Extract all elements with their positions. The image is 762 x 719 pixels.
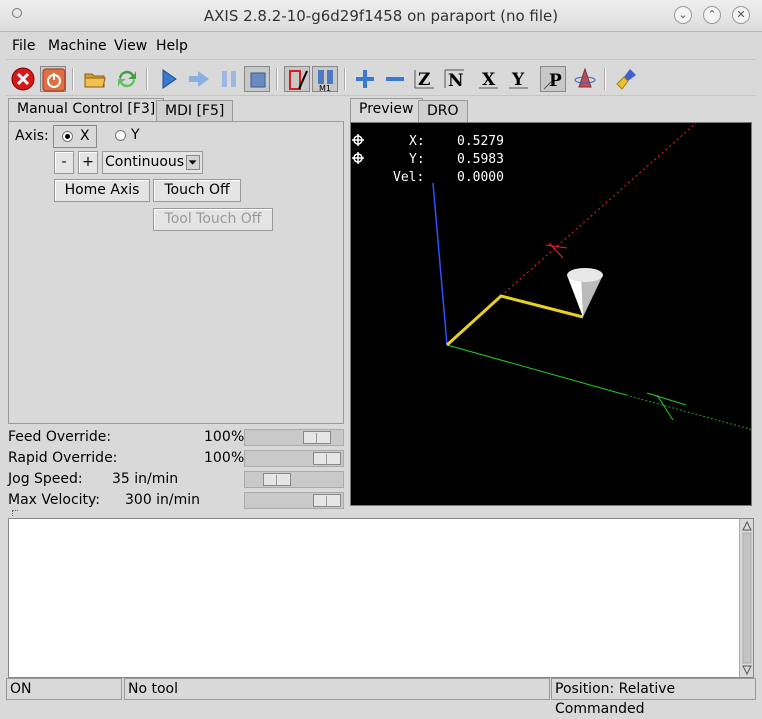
radio-indicator <box>62 131 73 142</box>
close-icon[interactable]: ✕ <box>732 6 750 24</box>
axis-label: Axis: <box>15 128 49 144</box>
jog-speed-slider[interactable] <box>244 471 344 488</box>
run-icon[interactable] <box>156 66 182 92</box>
feed-override-label: Feed Override: <box>8 429 112 445</box>
jog-plus-button[interactable]: + <box>78 151 98 174</box>
svg-text:X: X <box>482 70 496 90</box>
menu-help[interactable]: Help <box>156 38 188 54</box>
jog-speed-label: Jog Speed: <box>8 471 83 487</box>
gcode-text-area[interactable] <box>8 518 754 678</box>
dro-y-label: Y: <box>409 152 425 167</box>
y-axis-line <box>446 344 627 396</box>
slider-thumb[interactable] <box>313 494 341 507</box>
menu-machine[interactable]: Machine <box>48 38 107 54</box>
x-marker-icon <box>545 242 568 259</box>
dro-y-value: 0.5983 <box>457 152 504 167</box>
touch-off-button[interactable]: Touch Off <box>153 179 241 202</box>
tab-preview[interactable]: Preview <box>350 98 423 122</box>
slider-thumb[interactable] <box>313 452 341 465</box>
tool-status: No tool <box>124 678 550 700</box>
rapid-override-label: Rapid Override: <box>8 450 118 466</box>
view-y-icon[interactable]: Y <box>506 66 532 92</box>
zoom-out-icon[interactable] <box>382 66 408 92</box>
slider-thumb[interactable] <box>303 431 331 444</box>
axis-x-radio[interactable]: X <box>53 125 97 148</box>
dro-vel-value: 0.0000 <box>457 170 504 185</box>
power-icon[interactable] <box>40 66 66 92</box>
tab-mdi[interactable]: MDI [F5] <box>156 100 234 122</box>
dro-x-label: X: <box>409 134 425 149</box>
rapid-override-value: 100 <box>204 450 231 466</box>
menu-bar: File Machine View Help <box>6 34 756 60</box>
title-bar: AXIS 2.8.2-10-g6d29f1458 on paraport (no… <box>0 0 762 32</box>
toolbar: M1 Z N X Y P <box>6 62 756 96</box>
scrollbar[interactable] <box>739 519 753 677</box>
scroll-thumb <box>742 532 752 664</box>
feed-override-value: 100 <box>204 429 231 445</box>
percent-sign: % <box>231 429 245 445</box>
z-axis-line <box>432 182 448 346</box>
pause-icon[interactable] <box>216 66 242 92</box>
tab-manual-control[interactable]: Manual Control [F3] <box>8 98 165 122</box>
axis-x-label: X <box>80 128 90 144</box>
tab-dro[interactable]: DRO <box>418 100 468 122</box>
home-axis-button[interactable]: Home Axis <box>54 179 150 202</box>
jog-increment-value: Continuous <box>105 154 185 170</box>
feed-override-slider[interactable] <box>244 429 344 446</box>
max-velocity-label: Max Velocity: <box>8 492 101 508</box>
estop-icon[interactable] <box>10 66 36 92</box>
stop-icon[interactable] <box>244 66 270 92</box>
view-x-icon[interactable]: X <box>476 66 502 92</box>
svg-text:Z: Z <box>418 70 430 90</box>
origin-icon <box>352 134 364 164</box>
toolpath-line <box>445 294 584 347</box>
step-icon[interactable] <box>186 66 212 92</box>
percent-sign: % <box>231 450 245 466</box>
max-velocity-value: 300 in/min <box>125 492 201 508</box>
zoom-in-icon[interactable] <box>352 66 378 92</box>
view-z-icon[interactable]: Z <box>412 66 438 92</box>
rapid-override-slider[interactable] <box>244 450 344 467</box>
slider-thumb[interactable] <box>263 473 291 486</box>
jog-increment-select[interactable]: Continuous <box>102 151 203 174</box>
minimize-icon[interactable]: ⌄ <box>674 6 692 24</box>
x-limit-line <box>500 123 697 297</box>
block-delete-icon[interactable] <box>284 66 310 92</box>
maximize-icon[interactable]: ⌃ <box>703 6 721 24</box>
dro-vel-label: Vel: <box>393 170 425 185</box>
y-marker-icon <box>646 392 687 421</box>
view-z2-icon[interactable]: N <box>442 66 468 92</box>
y-limit-line <box>625 394 751 430</box>
reload-icon[interactable] <box>114 66 140 92</box>
open-folder-icon[interactable] <box>82 66 108 92</box>
scroll-down-icon <box>742 665 752 676</box>
jog-speed-value: 35 in/min <box>112 471 179 487</box>
optional-stop-icon[interactable]: M1 <box>312 66 338 93</box>
position-mode-status: Position: Relative Commanded <box>551 678 756 717</box>
pane-grip-icon[interactable] <box>12 510 18 516</box>
svg-text:Y: Y <box>511 70 525 90</box>
preview-canvas[interactable]: X: 0.5279 Y: 0.5983 Vel: 0.0000 <box>350 122 752 506</box>
axis-y-label: Y <box>131 127 140 143</box>
dro-x-value: 0.5279 <box>457 134 504 149</box>
svg-text:P: P <box>549 71 562 91</box>
manual-control-panel: Axis: X Y - + Continuous Home Axis Touch… <box>8 121 344 424</box>
svg-text:N: N <box>448 71 464 91</box>
scroll-up-icon <box>742 520 752 531</box>
rotate-view-icon[interactable] <box>572 66 598 92</box>
menu-file[interactable]: File <box>12 38 35 54</box>
menu-view[interactable]: View <box>114 38 147 54</box>
machine-status: ON <box>6 678 122 700</box>
jog-minus-button[interactable]: - <box>54 151 74 174</box>
svg-text:M1: M1 <box>319 84 331 93</box>
tool-touch-off-button[interactable]: Tool Touch Off <box>153 208 273 231</box>
tool-cone-icon <box>567 268 603 317</box>
max-velocity-slider[interactable] <box>244 492 344 509</box>
radio-indicator <box>115 130 126 141</box>
clear-plot-icon[interactable] <box>614 66 640 92</box>
chevron-down-icon <box>186 155 200 170</box>
axis-y-radio[interactable]: Y <box>109 125 153 148</box>
window-title: AXIS 2.8.2-10-g6d29f1458 on paraport (no… <box>203 7 559 25</box>
view-perspective-icon[interactable]: P <box>540 66 566 92</box>
